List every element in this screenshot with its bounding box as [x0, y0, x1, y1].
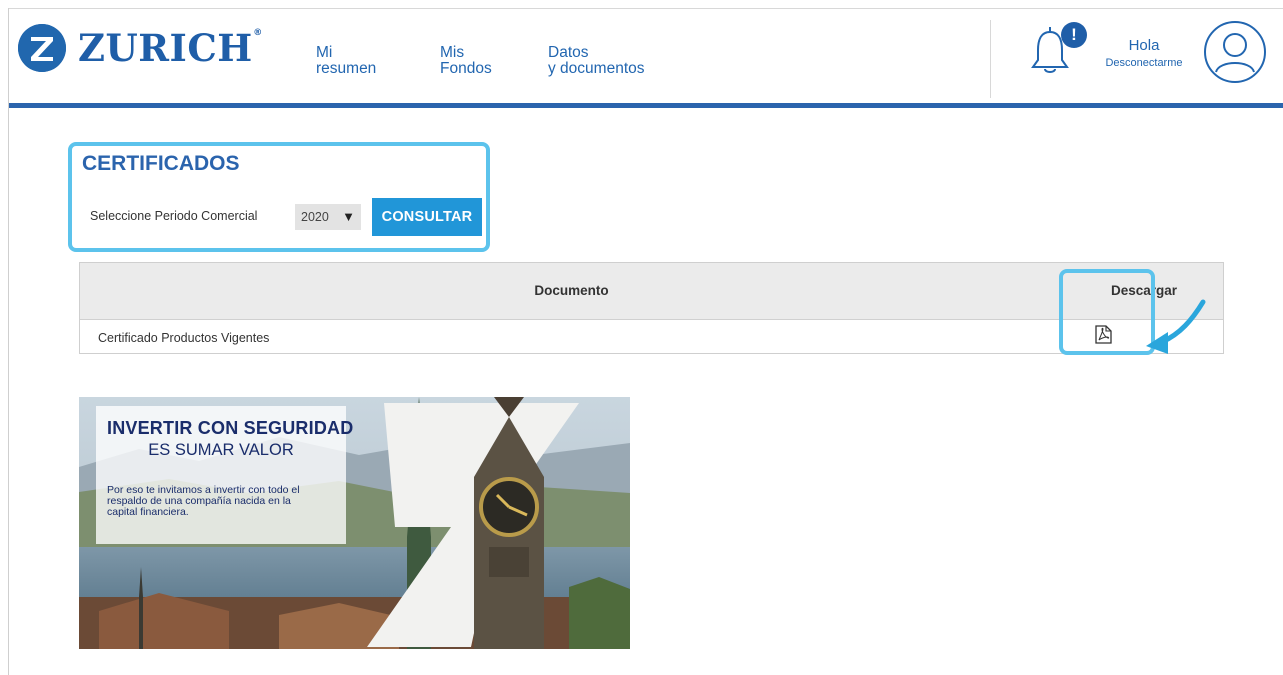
documents-table: Documento Descargar Certificado Producto… [79, 262, 1224, 354]
banner-body: Por eso te invitamos a invertir con todo… [107, 485, 342, 518]
nav-label-line2: resumen [316, 60, 377, 77]
logout-link[interactable]: Desconectarme [1096, 54, 1192, 72]
greeting-text: Hola [1128, 37, 1160, 54]
nav-label-line1: Mi [316, 44, 333, 61]
page-frame-left [8, 8, 9, 675]
banner-body-line: capital financiera. [107, 506, 189, 518]
period-label: Seleccione Periodo Comercial [90, 209, 258, 223]
nav-label-line2: y documentos [548, 60, 645, 77]
table-header-row: Documento Descargar [80, 263, 1223, 320]
nav-label-line1: Mis [440, 44, 465, 61]
banner-subtitle: ES SUMAR VALOR [148, 441, 294, 459]
user-avatar-icon[interactable] [1203, 20, 1267, 84]
notification-badge: ! [1061, 22, 1087, 48]
period-selected-value: 2020 [301, 210, 329, 224]
period-select[interactable]: 2020 ▼ [295, 204, 361, 230]
column-header-documento: Documento [534, 283, 609, 298]
nav-mi-resumen[interactable]: Mi resumen [316, 45, 376, 77]
pdf-download-icon[interactable] [1095, 325, 1112, 344]
zurich-logo[interactable]: ZURICH ® [18, 22, 262, 74]
header-divider-bar [9, 103, 1283, 108]
table-row-document-name: Certificado Productos Vigentes [98, 331, 270, 345]
dropdown-arrow-icon: ▼ [342, 209, 355, 224]
page-title: CERTIFICADOS [82, 152, 240, 175]
header-vertical-divider [990, 20, 991, 98]
banner-title: INVERTIR CON SEGURIDAD [107, 418, 354, 438]
nav-label-line1: Datos [548, 44, 589, 61]
brand-wordmark: ZURICH ® [78, 26, 262, 70]
nav-datos-documentos[interactable]: Datos y documentos [548, 45, 645, 77]
pointer-arrow-icon [1140, 296, 1210, 358]
brand-name: ZURICH [78, 26, 253, 70]
registered-mark: ® [253, 28, 263, 38]
consultar-button[interactable]: CONSULTAR [372, 198, 482, 236]
user-greeting-block: Hola Desconectarme [1096, 38, 1192, 72]
nav-mis-fondos[interactable]: Mis Fondos [440, 45, 492, 77]
nav-label-line2: Fondos [440, 60, 492, 77]
zurich-z-mark-icon [18, 24, 66, 72]
